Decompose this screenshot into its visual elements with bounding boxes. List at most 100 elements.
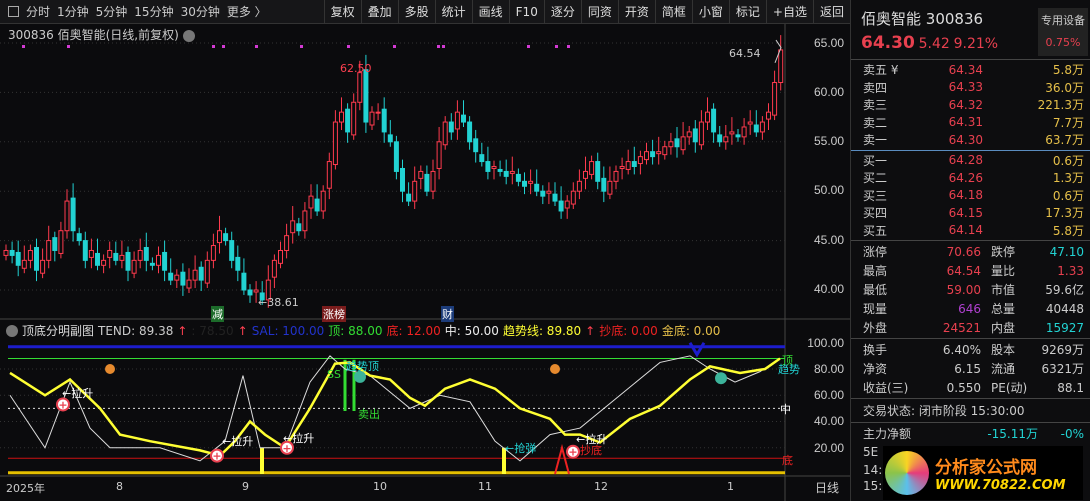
signal-ss: SS (327, 368, 341, 381)
period-15min[interactable]: 15分钟 (134, 3, 173, 20)
toolbar-button[interactable]: 小窗 (691, 0, 729, 24)
level-label: 买二 (863, 171, 888, 186)
candle-body (467, 121, 473, 143)
toolbar-button[interactable]: 同资 (580, 0, 618, 24)
level-price: 64.33 (948, 80, 983, 95)
toolbar-button[interactable]: 逐分 (543, 0, 581, 24)
period-1min[interactable]: 1分钟 (57, 3, 89, 20)
level-volume: 5.8万 (1052, 223, 1084, 238)
price-change: 5.42 (918, 36, 950, 52)
stat-value: 15927 (1045, 320, 1084, 335)
event-dot (212, 45, 215, 48)
price-tick: 50.00 (813, 183, 844, 197)
tag-jian[interactable]: 减 (211, 306, 224, 322)
level-volume: 5.8万 (1052, 63, 1084, 78)
candle-body (412, 180, 418, 202)
toolbar-button[interactable]: 统计 (434, 0, 472, 24)
candle-body (552, 193, 558, 202)
level-volume: 7.7万 (1052, 115, 1084, 130)
toolbar-button[interactable]: 多股 (397, 0, 435, 24)
level-label: 买三 (863, 188, 888, 203)
bid-row[interactable]: 买一 64.28 0.6万 (851, 152, 1090, 170)
toolbar-button[interactable]: +自选 (765, 0, 813, 24)
month-label: 1 (727, 480, 734, 493)
period-label[interactable]: 日线 (815, 479, 839, 496)
candle-body (308, 195, 314, 209)
bid-row[interactable]: 买二 64.26 1.3万 (851, 169, 1090, 187)
candle-body (9, 249, 15, 256)
candle-body (503, 170, 509, 177)
main-flow-label[interactable]: 主力净额 (863, 425, 943, 442)
signal-qiangtan: ←抢弹 (505, 442, 537, 455)
toolbar-button[interactable]: 开资 (617, 0, 655, 24)
level-price: 64.28 (948, 153, 983, 168)
mid-value: 中: 50.00 (444, 324, 499, 338)
candle-body (613, 170, 619, 182)
candle-body (583, 170, 588, 179)
candle-body (735, 134, 741, 138)
money-bag-icon (105, 364, 115, 374)
stat-label: 净资 (863, 362, 888, 376)
candle-body (3, 249, 9, 256)
toolbar-button[interactable]: 简框 (654, 0, 692, 24)
candle-body (479, 154, 485, 163)
label-qushi: 趋势 (778, 363, 800, 376)
level-price: 64.18 (948, 188, 983, 203)
bid-row[interactable]: 买三 64.18 0.6万 (851, 187, 1090, 205)
candle-body (363, 69, 369, 123)
candle-body (46, 240, 52, 261)
indicator-name[interactable]: 顶底分明副图 (22, 322, 94, 339)
stat-value: 47.10 (1049, 244, 1084, 259)
trade-status: 交易状态: 闭市阶段 15:30:00 (863, 404, 1025, 418)
toolbar-button[interactable]: F10 (508, 0, 544, 24)
candle-body (674, 138, 680, 148)
ask-row[interactable]: 卖四 64.33 36.0万 (851, 79, 1090, 97)
candle-body (198, 266, 204, 281)
candle-body (515, 173, 521, 182)
tag-cai[interactable]: 财 (441, 306, 454, 322)
toolbar-button[interactable]: 画线 (471, 0, 509, 24)
high-label: 62.50 (340, 62, 372, 75)
period-fenshi[interactable]: 分时 (26, 3, 50, 20)
candle-body (101, 259, 107, 266)
sector-tag[interactable]: 专用设备 0.75% (1038, 8, 1088, 56)
month-label: 10 (373, 480, 387, 493)
candle-body (766, 111, 771, 120)
candle-body (723, 136, 729, 143)
candle-body (686, 131, 692, 138)
toolbar-button[interactable]: 返回 (812, 0, 850, 24)
candle-body (522, 180, 527, 187)
tag-zhangbang[interactable]: 涨榜 (322, 306, 346, 322)
candle-body (302, 210, 308, 232)
level-price: 64.34 (948, 62, 983, 77)
candle-body (558, 200, 564, 212)
candle-body (180, 271, 186, 286)
period-more[interactable]: 更多 〉 (227, 3, 267, 20)
panel-toggle-icon[interactable] (8, 6, 19, 17)
bid-row[interactable]: 买五 64.14 5.8万 (851, 222, 1090, 240)
candle-body (82, 240, 88, 261)
chart-area[interactable]: +++ + (0, 24, 850, 501)
indicator-menu-icon[interactable] (6, 324, 18, 337)
candle-body (546, 190, 552, 194)
candle-body (15, 251, 21, 266)
candle-body (314, 198, 320, 212)
signal-bar (260, 447, 264, 474)
candle-body (217, 230, 222, 244)
period-30min[interactable]: 30分钟 (181, 3, 220, 20)
candle-body (296, 223, 302, 232)
event-dot (67, 45, 70, 48)
low-label: ←38.61 (258, 296, 299, 309)
toolbar-button[interactable]: 叠加 (360, 0, 398, 24)
ask-row[interactable]: 卖二 64.31 7.7万 (851, 114, 1090, 132)
toolbar-button[interactable]: 复权 (323, 0, 361, 24)
period-5min[interactable]: 5分钟 (96, 3, 128, 20)
stat-value: 24521 (942, 320, 981, 335)
ask-row[interactable]: 卖一 64.30 63.7万 (851, 131, 1090, 149)
stat-row: 现量 646 总量 40448 (851, 299, 1090, 318)
ask-row[interactable]: 卖三 64.32 221.3万 (851, 96, 1090, 114)
bid-row[interactable]: 买四 64.15 17.3万 (851, 204, 1090, 222)
candle-body (52, 237, 58, 251)
ask-row[interactable]: 卖五 ¥ 64.34 5.8万 (851, 61, 1090, 79)
toolbar-button[interactable]: 标记 (728, 0, 766, 24)
